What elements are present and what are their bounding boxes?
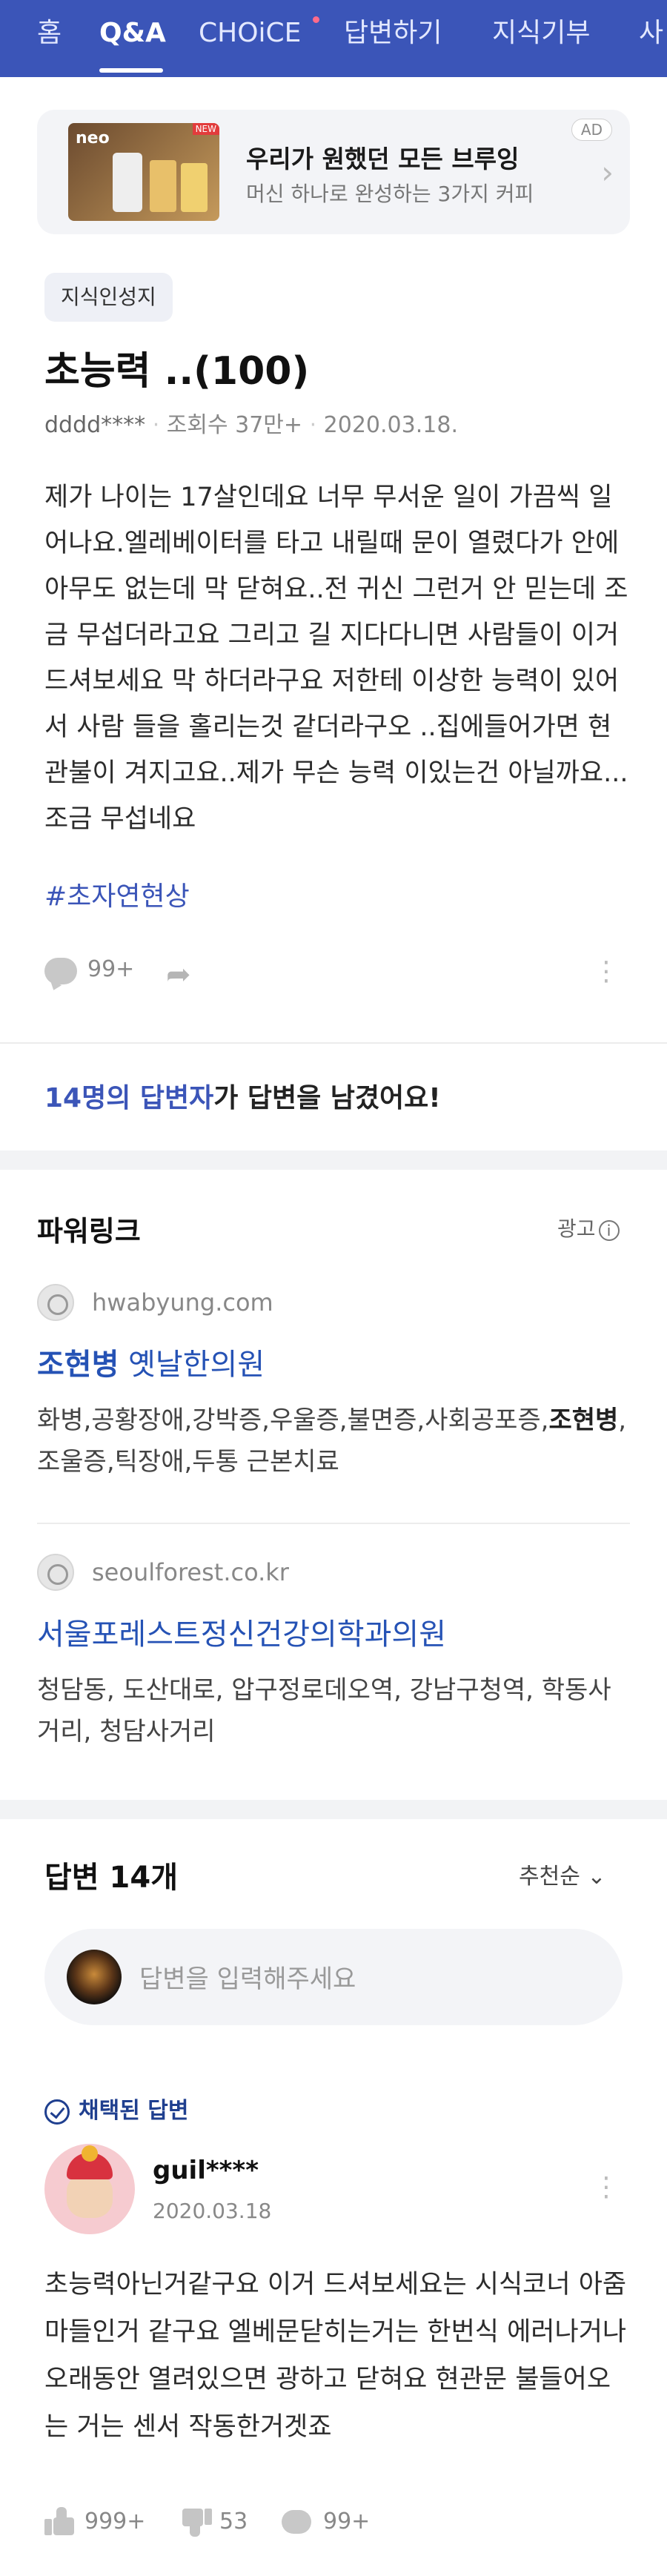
answerers-suffix: 가 답변을 남겼어요! xyxy=(213,1083,441,1113)
question-hashtag[interactable]: #초자연현상 xyxy=(44,875,190,913)
ad-title: 우리가 원했던 모든 브루잉 xyxy=(246,145,520,173)
thumbs-up-icon[interactable] xyxy=(44,2507,74,2537)
divider xyxy=(37,1523,630,1524)
ad-label-badge: AD xyxy=(571,119,612,141)
powerlink-header: 파워링크 xyxy=(37,1215,141,1248)
sort-dropdown[interactable]: 추천순 ⌄ xyxy=(519,1858,606,1890)
divider xyxy=(0,1042,667,1044)
powerlink-desc-1-bold: 조현병 xyxy=(548,1405,619,1435)
ad-subtitle: 머신 하나로 완성하는 3가지 커피 xyxy=(246,182,534,206)
powerlink-title-1-bold: 조현병 xyxy=(37,1348,119,1382)
like-count: 999+ xyxy=(84,2509,146,2534)
nav-tab-more[interactable]: 사 xyxy=(639,13,663,53)
comment-count: 99+ xyxy=(87,956,135,982)
chevron-right-icon: › xyxy=(601,154,614,191)
answerers-count: 14명의 답변자 xyxy=(44,1083,214,1113)
thumbs-down-icon[interactable] xyxy=(182,2507,212,2537)
answer-reactions: 999+ 53 99+ xyxy=(44,2504,637,2541)
ad-new-badge: NEW xyxy=(192,123,219,135)
globe-icon xyxy=(37,1554,74,1591)
answer-username[interactable]: guil**** xyxy=(153,2156,259,2185)
question-meta: dddd**** · 조회수 37만+ · 2020.03.18. xyxy=(44,412,458,438)
powerlink-title-2[interactable]: 서울포레스트정신건강의학과의원 xyxy=(37,1610,446,1653)
ad-product-image: neo NEW xyxy=(68,123,219,221)
more-options-icon[interactable]: ⋮ xyxy=(593,953,620,990)
sort-label: 추천순 xyxy=(519,1864,580,1890)
nav-tab-donate[interactable]: 지식기부 xyxy=(492,13,590,53)
powerlink-desc-1: 화병,공황장애,강박증,우울증,불면증,사회공포증,조현병,조울증,틱장애,두통… xyxy=(37,1400,630,1483)
section-gap xyxy=(0,1800,667,1819)
chosen-answer-label: 채택된 답변 xyxy=(44,2092,188,2125)
question-views: 조회수 37만+ xyxy=(166,412,303,438)
powerlink-ad-label[interactable]: 광고 i xyxy=(557,1213,620,1242)
dislike-count: 53 xyxy=(219,2509,248,2534)
answer-input[interactable]: 답변을 입력해주세요 xyxy=(44,1929,623,2025)
question-date: 2020.03.18. xyxy=(323,412,458,438)
powerlink-title-1[interactable]: 조현병 옛날한의원 xyxy=(37,1340,265,1383)
chosen-answer-text: 채택된 답변 xyxy=(79,2098,189,2124)
share-icon[interactable]: ➦ xyxy=(166,958,191,992)
globe-icon xyxy=(37,1284,74,1321)
nav-tab-answer[interactable]: 답변하기 xyxy=(344,13,442,53)
powerlink-domain-1[interactable]: hwabyung.com xyxy=(92,1288,273,1317)
powerlink-desc-1-a: 화병,공황장애,강박증,우울증,불면증,사회공포증, xyxy=(37,1405,549,1435)
powerlink-title-1-rest: 옛날한의원 xyxy=(119,1348,265,1382)
avatar[interactable] xyxy=(44,2144,135,2234)
section-gap xyxy=(0,1150,667,1170)
answer-comment-count: 99+ xyxy=(323,2509,371,2534)
question-body: 제가 나이는 17살인데요 너무 무서운 일이 가끔씩 일어나요.엘레베이터를 … xyxy=(44,483,628,834)
more-options-icon[interactable]: ⋮ xyxy=(593,2172,620,2202)
answer-date: 2020.03.18 xyxy=(153,2199,272,2223)
new-dot-badge xyxy=(313,16,319,23)
ad-banner[interactable]: neo NEW 우리가 원했던 모든 브루잉 머신 하나로 완성하는 3가지 커… xyxy=(37,110,630,234)
check-circle-icon xyxy=(44,2099,70,2125)
chevron-down-icon: ⌄ xyxy=(587,1864,606,1890)
question-title: 초능력 ..(100) xyxy=(44,349,310,394)
answer-body: 초능력아닌거같구요 이거 드셔보세요는 시식코너 아줌마들인거 같구요 엘베문닫… xyxy=(44,2270,627,2442)
comment-icon[interactable] xyxy=(44,958,77,984)
question-author[interactable]: dddd**** xyxy=(44,412,145,438)
nav-tab-choice[interactable]: CHOiCE xyxy=(199,13,301,53)
active-tab-indicator xyxy=(99,68,163,73)
info-icon[interactable]: i xyxy=(598,1220,620,1241)
answers-header: 답변 14개 xyxy=(44,1861,178,1895)
answerers-summary: 14명의 답변자가 답변을 남겼어요! xyxy=(44,1076,441,1115)
category-badge[interactable]: 지식인성지 xyxy=(44,273,173,322)
avatar xyxy=(67,1950,122,2004)
nav-tab-home[interactable]: 홈 xyxy=(37,13,62,53)
ad-label-text: 광고 xyxy=(557,1216,596,1241)
comment-icon[interactable] xyxy=(282,2510,311,2534)
nav-tab-qna[interactable]: Q&A xyxy=(99,13,166,53)
powerlink-domain-2[interactable]: seoulforest.co.kr xyxy=(92,1558,289,1586)
powerlink-desc-2: 청담동, 도산대로, 압구정로데오역, 강남구청역, 학동사거리, 청담사거리 xyxy=(37,1675,611,1746)
ad-thumb-brand: neo xyxy=(76,129,110,148)
top-nav-bar: 홈 Q&A CHOiCE 답변하기 지식기부 사 xyxy=(0,0,667,77)
answer-input-placeholder: 답변을 입력해주세요 xyxy=(139,1964,356,1994)
